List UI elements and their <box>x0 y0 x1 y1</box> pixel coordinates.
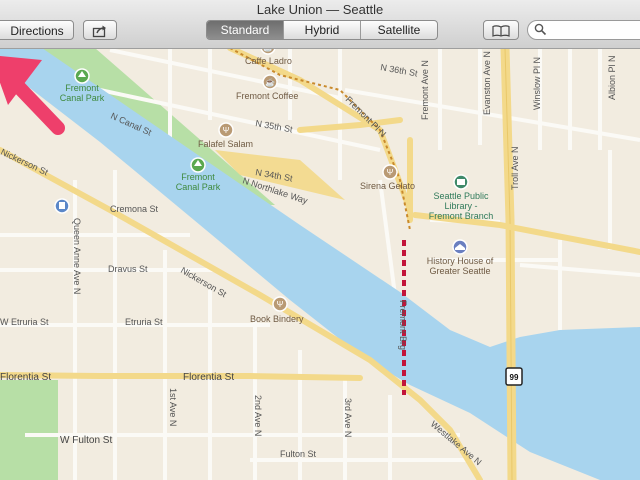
book-icon <box>457 179 465 185</box>
directions-button[interactable]: Directions <box>0 20 74 40</box>
search-input[interactable] <box>550 22 640 40</box>
bookmarks-button[interactable] <box>483 20 519 40</box>
label-florentia-st-west: Florentia St <box>0 372 51 383</box>
map-canvas[interactable]: N Canal St N 35th St N 34th St N Northla… <box>0 0 640 480</box>
label-cremona-st: Cremona St <box>110 204 159 214</box>
park-area-southwest <box>0 380 58 480</box>
label-fremont-bridge: Fremont Brg <box>398 300 408 350</box>
share-icon <box>92 25 106 38</box>
toolbar: Lake Union — Seattle Directions Standard… <box>0 0 640 49</box>
park-label-line1: Fremont <box>181 172 215 182</box>
poi-label: Falafel Salam <box>198 139 253 149</box>
share-button[interactable] <box>83 20 117 40</box>
label-queen-anne-ave-n: Queen Anne Ave N <box>72 218 82 294</box>
map-mode-control: Standard Hybrid Satellite <box>206 20 438 40</box>
label-evanston-ave-n: Evanston Ave N <box>482 51 492 115</box>
poi-blue-marker[interactable] <box>54 198 70 214</box>
highway-shield-number: 99 <box>510 373 519 382</box>
label-florentia-st: Florentia St <box>183 372 234 383</box>
restaurant-icon: Ψ <box>277 300 284 309</box>
poi-label: Book Bindery <box>250 314 304 324</box>
highway-shield: 99 <box>505 367 523 386</box>
museum-label-line2: Greater Seattle <box>429 266 490 276</box>
search-icon <box>534 23 547 36</box>
library-label-line1: Seattle Public <box>433 191 489 201</box>
restaurant-icon: Ψ <box>223 126 230 135</box>
label-albion-pl-n: Albion Pl N <box>607 55 617 100</box>
tab-standard[interactable]: Standard <box>207 21 283 39</box>
label-fremont-ave-n: Fremont Ave N <box>420 60 430 120</box>
tab-satellite[interactable]: Satellite <box>360 21 437 39</box>
park-label-line1: Fremont <box>65 83 99 93</box>
poi-label: Fremont Coffee <box>236 91 298 101</box>
label-1st-ave-n: 1st Ave N <box>168 388 178 426</box>
cafe-icon: ☕ <box>265 77 275 87</box>
library-label-line2: Library - <box>444 201 477 211</box>
label-troll-ave-n: Troll Ave N <box>510 146 520 190</box>
bookmarks-icon <box>492 25 510 37</box>
label-fulton-st: Fulton St <box>280 449 317 459</box>
label-2nd-ave-n: 2nd Ave N <box>253 395 263 436</box>
library-label-line3: Fremont Branch <box>429 211 494 221</box>
label-3rd-ave-n: 3rd Ave N <box>343 398 353 437</box>
label-w-etruria-st: W Etruria St <box>0 317 49 327</box>
poi-label: Caffe Ladro <box>245 56 292 66</box>
search-box[interactable] <box>527 20 640 40</box>
poi-label: Sirena Gelato <box>360 181 415 191</box>
restaurant-icon: Ψ <box>387 168 394 177</box>
label-winslow-pl-n: Winslow Pl N <box>532 57 542 110</box>
park-label-line2: Canal Park <box>60 93 105 103</box>
park-label-line2: Canal Park <box>176 182 221 192</box>
label-etruria-st: Etruria St <box>125 317 163 327</box>
label-w-fulton-st: W Fulton St <box>60 435 112 446</box>
museum-label-line1: History House of <box>427 256 494 266</box>
building-icon <box>59 202 65 209</box>
window-title: Lake Union — Seattle <box>256 2 384 17</box>
tab-hybrid[interactable]: Hybrid <box>283 21 360 39</box>
label-dravus-st: Dravus St <box>108 264 148 274</box>
